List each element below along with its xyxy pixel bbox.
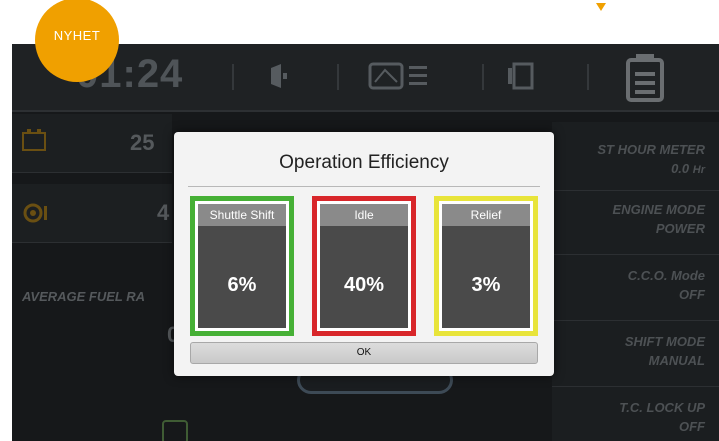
title-divider — [188, 186, 540, 187]
separator — [482, 64, 484, 90]
battery-row: 25 — [12, 114, 172, 173]
separator — [232, 64, 234, 90]
horn-icon[interactable] — [267, 58, 293, 94]
separator — [587, 64, 589, 90]
divider — [552, 190, 719, 191]
tc-lockup-value: OFF — [679, 419, 705, 434]
dialog-title: Operation Efficiency — [279, 152, 449, 173]
hour-meter: ST HOUR METER 0.0 Hr — [597, 142, 705, 176]
engine-row: 4 — [12, 184, 172, 243]
cco-mode: C.C.O. Mode OFF — [628, 268, 705, 302]
shuttle-shift-label: Shuttle Shift — [198, 204, 286, 226]
relief-value: 3% — [471, 274, 501, 296]
engine-value: 4 — [157, 200, 170, 225]
divider — [552, 386, 719, 387]
idle-card: Idle 40% — [312, 196, 416, 336]
ok-button[interactable]: OK — [190, 342, 538, 364]
average-fuel-rate-label: AVERAGE FUEL RA — [22, 289, 146, 304]
divider — [552, 320, 719, 321]
engine-gear-icon — [23, 203, 47, 223]
shift-mode: SHIFT MODE MANUAL — [625, 334, 705, 368]
shuttle-shift-value: 6% — [227, 274, 257, 296]
engine-mode-value: POWER — [655, 221, 705, 236]
tc-lockup: T.C. LOCK UP OFF — [619, 400, 705, 434]
camera-icon[interactable] — [504, 58, 540, 94]
relief-label: Relief — [442, 204, 530, 226]
shift-mode-value: MANUAL — [648, 353, 705, 368]
engine-mode: ENGINE MODE POWER — [613, 202, 705, 236]
cco-mode-value: OFF — [679, 287, 705, 302]
separator — [337, 64, 339, 90]
hour-meter-value: 0.0 — [671, 161, 690, 176]
cco-mode-label: C.C.O. Mode — [627, 268, 705, 283]
divider — [552, 254, 719, 255]
orange-arrow-marker — [596, 3, 606, 11]
idle-value: 40% — [343, 274, 385, 296]
shuttle-shift-card: Shuttle Shift 6% — [190, 196, 294, 336]
hour-meter-unit: Hr — [692, 164, 705, 176]
monitor-list-icon[interactable] — [367, 58, 439, 94]
fuel-pump-icon — [162, 420, 188, 441]
operation-efficiency-dialog: Operation Efficiency Shuttle Shift 6% Id… — [174, 132, 554, 376]
shift-mode-label: SHIFT MODE — [624, 334, 705, 349]
battery-value: 25 — [130, 130, 155, 155]
right-status-panel: ST HOUR METER 0.0 Hr ENGINE MODE POWER C… — [552, 122, 719, 441]
status-bar: 01:24 — [12, 44, 719, 112]
tc-lockup-label: T.C. LOCK UP — [619, 400, 705, 415]
new-badge-label: NYHET — [53, 28, 101, 43]
new-badge: NYHET — [35, 0, 119, 82]
engine-mode-label: ENGINE MODE — [612, 202, 705, 217]
hour-meter-label: ST HOUR METER — [597, 142, 705, 157]
document-icon[interactable] — [624, 52, 668, 104]
relief-card: Relief 3% — [434, 196, 538, 336]
idle-label: Idle — [320, 204, 408, 226]
battery-icon — [22, 129, 46, 151]
